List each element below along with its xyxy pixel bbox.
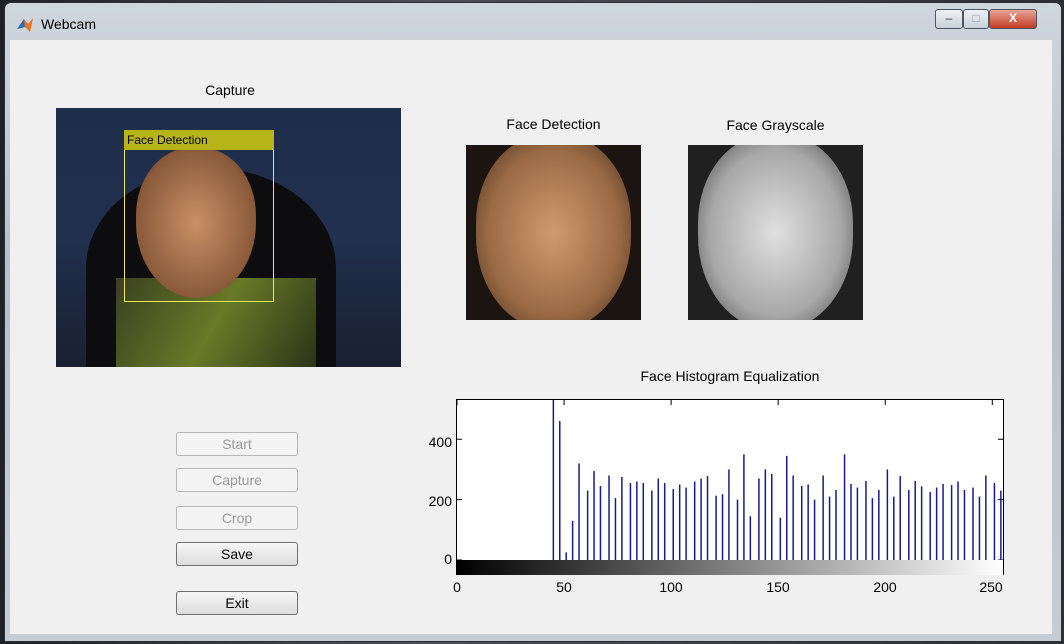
x-tick-label: 100 <box>659 579 683 595</box>
y-tick-label: 400 <box>428 434 452 450</box>
matlab-icon <box>17 18 33 32</box>
crop-button[interactable]: Crop <box>176 506 298 530</box>
close-button[interactable]: X <box>989 9 1037 29</box>
face-detection-overlay-label: Face Detection <box>124 130 274 150</box>
x-tick-label: 200 <box>873 579 897 595</box>
histogram-bars <box>457 400 1003 560</box>
maximize-button[interactable]: □ <box>963 9 989 29</box>
window-title: Webcam <box>41 16 96 32</box>
exit-button[interactable]: Exit <box>176 591 298 615</box>
face-detection-label: Face Detection <box>506 116 601 132</box>
face-grayscale-image <box>688 145 863 320</box>
x-tick-label: 150 <box>766 579 790 595</box>
capture-button[interactable]: Capture <box>176 468 298 492</box>
face-grayscale-label: Face Grayscale <box>726 117 825 133</box>
histogram-plot <box>456 399 1004 575</box>
grayscale-colorbar <box>457 560 1003 575</box>
face-detection-box: Face Detection <box>124 130 274 302</box>
start-button[interactable]: Start <box>176 432 298 456</box>
y-tick-label: 200 <box>428 493 452 509</box>
save-button[interactable]: Save <box>176 542 298 566</box>
face-gray <box>698 145 853 320</box>
y-tick-label: 0 <box>444 551 452 567</box>
x-tick-label: 0 <box>453 579 461 595</box>
minimize-button[interactable]: – <box>935 9 963 29</box>
histogram-title: Face Histogram Equalization <box>640 368 820 384</box>
capture-label: Capture <box>205 82 255 98</box>
face-detection-image <box>466 145 641 320</box>
x-tick-label: 250 <box>979 579 1003 595</box>
capture-video-feed: Face Detection <box>56 108 401 367</box>
face-color <box>476 145 631 320</box>
title-bar[interactable]: Webcam – □ X <box>5 3 1061 43</box>
x-tick-label: 50 <box>556 579 572 595</box>
